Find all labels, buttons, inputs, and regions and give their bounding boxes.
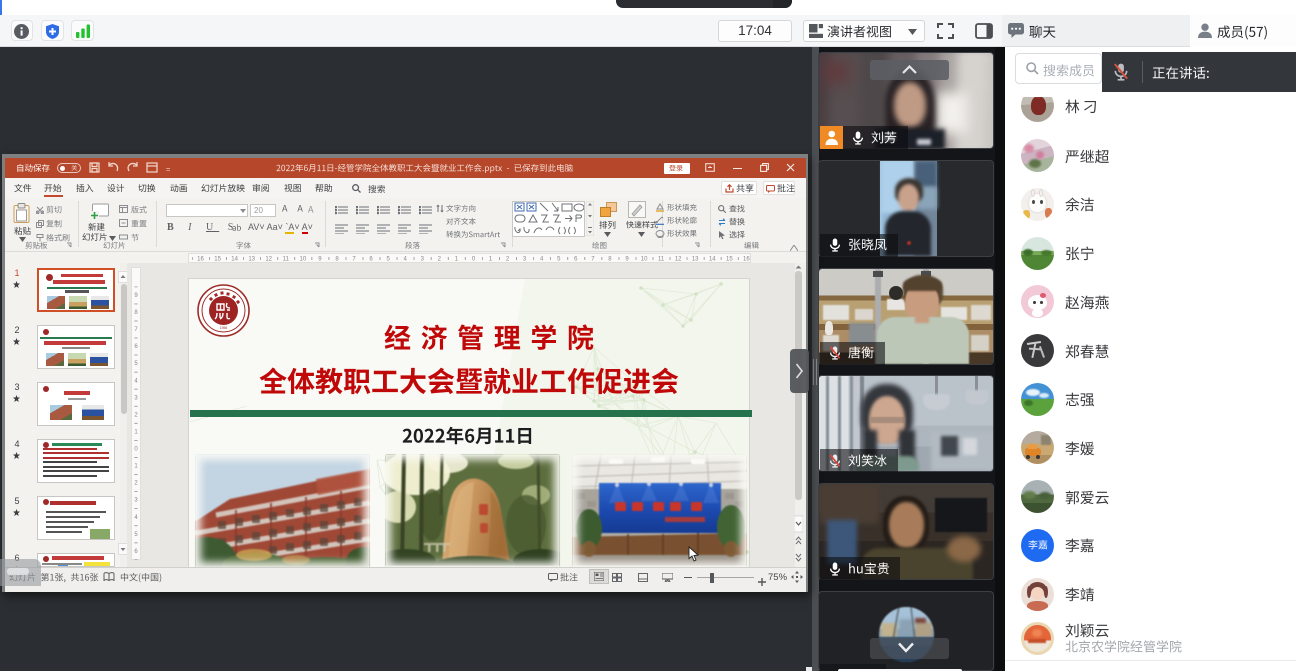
svg-text:15: 15 — [726, 257, 733, 263]
svg-text:9: 9 — [134, 293, 138, 299]
svg-text:13: 13 — [248, 257, 255, 263]
svg-text:10: 10 — [641, 257, 648, 263]
svg-text:9: 9 — [625, 257, 629, 263]
svg-text:13: 13 — [692, 257, 699, 263]
svg-text:8: 8 — [335, 257, 339, 263]
svg-text:5: 5 — [134, 532, 138, 538]
svg-text:14: 14 — [709, 257, 716, 263]
svg-text:6: 6 — [369, 257, 373, 263]
svg-text:11: 11 — [283, 257, 290, 263]
svg-text:5: 5 — [387, 257, 391, 263]
svg-text:15: 15 — [214, 257, 221, 263]
svg-text:3: 3 — [523, 257, 527, 263]
svg-text:0: 0 — [472, 257, 476, 263]
svg-text:12: 12 — [675, 257, 682, 263]
svg-text:3: 3 — [134, 498, 138, 504]
svg-text:14: 14 — [231, 257, 238, 263]
svg-text:16: 16 — [743, 257, 750, 263]
svg-text:3: 3 — [421, 257, 425, 263]
svg-text:9: 9 — [318, 257, 322, 263]
svg-text:5: 5 — [557, 257, 561, 263]
svg-text:1: 1 — [489, 257, 493, 263]
svg-text:1: 1 — [134, 430, 138, 436]
svg-text:16: 16 — [197, 257, 204, 263]
svg-text:4: 4 — [540, 257, 544, 263]
svg-text:10: 10 — [300, 257, 307, 263]
svg-text:2: 2 — [134, 412, 138, 418]
svg-text:7: 7 — [134, 327, 138, 333]
svg-text:0: 0 — [134, 447, 138, 453]
svg-text:8: 8 — [134, 310, 138, 316]
svg-text:2: 2 — [134, 481, 138, 487]
svg-text:5: 5 — [134, 361, 138, 367]
svg-text:7: 7 — [591, 257, 595, 263]
svg-text:6: 6 — [134, 549, 138, 555]
svg-text:1: 1 — [134, 464, 138, 470]
svg-text:1: 1 — [455, 257, 459, 263]
svg-text:2: 2 — [438, 257, 442, 263]
svg-text:8: 8 — [608, 257, 612, 263]
svg-text:6: 6 — [574, 257, 578, 263]
svg-text:4: 4 — [404, 257, 408, 263]
svg-text:11: 11 — [658, 257, 665, 263]
svg-text:4: 4 — [134, 515, 138, 521]
svg-text:6: 6 — [134, 344, 138, 350]
svg-text:4: 4 — [134, 378, 138, 384]
svg-text:2: 2 — [506, 257, 510, 263]
svg-text:3: 3 — [134, 395, 138, 401]
svg-text:12: 12 — [265, 257, 272, 263]
svg-text:1956: 1956 — [220, 326, 228, 330]
svg-text:7: 7 — [352, 257, 356, 263]
